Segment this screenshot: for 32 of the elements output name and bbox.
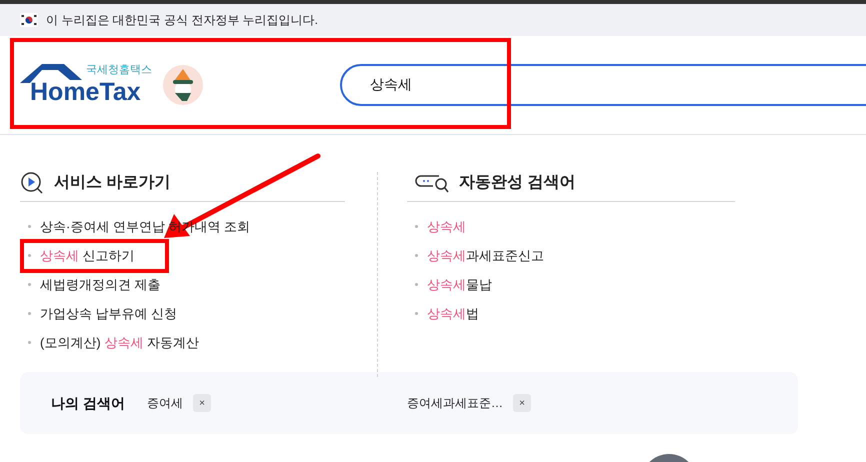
link-text[interactable]: 가업상속 납부유예 신청 xyxy=(40,304,178,324)
house-roof-icon xyxy=(20,62,84,84)
bullet-icon xyxy=(28,254,31,257)
link-text[interactable]: 세법령개정의견 제출 xyxy=(40,274,161,294)
bullet-icon xyxy=(415,225,418,228)
recent-search-link[interactable]: 증여세과세표준… xyxy=(407,394,503,412)
section-title: 서비스 바로가기 xyxy=(54,172,170,192)
panel-title: 나의 검색어 xyxy=(51,394,126,412)
link-text[interactable]: (모의계산) 상속세 자동계산 xyxy=(40,332,199,352)
bullet-icon xyxy=(415,283,418,286)
logo[interactable]: 국세청홈택스 HomeTax xyxy=(20,62,155,108)
link-text[interactable]: 상속세물납 xyxy=(427,274,492,294)
bullet-icon xyxy=(28,225,31,228)
search-field[interactable]: 상속세 xyxy=(340,64,866,106)
remove-button[interactable]: × xyxy=(513,394,531,412)
recent-search-link[interactable]: 증여세 xyxy=(147,394,183,412)
bullet-icon xyxy=(415,312,418,315)
section-title: 자동완성 검색어 xyxy=(459,172,576,192)
link-text[interactable]: 상속세 신고하기 xyxy=(40,246,135,266)
logo-subtitle: 국세청홈택스 xyxy=(86,63,152,78)
bullet-icon xyxy=(28,312,31,315)
bullet-icon xyxy=(415,254,418,257)
bullet-icon xyxy=(28,283,31,286)
flag-icon xyxy=(20,13,38,27)
link-text[interactable]: 상속세과세표준신고 xyxy=(427,246,544,266)
bullet-icon xyxy=(28,341,31,344)
remove-button[interactable]: × xyxy=(193,394,211,412)
play-search-icon xyxy=(20,170,44,194)
logo-title: HomeTax xyxy=(30,78,141,106)
snowman-icon xyxy=(163,65,203,105)
link-text[interactable]: 상속세법 xyxy=(427,304,479,324)
gov-banner-text: 이 누리집은 대한민국 공식 전자정부 누리집입니다. xyxy=(46,12,318,29)
